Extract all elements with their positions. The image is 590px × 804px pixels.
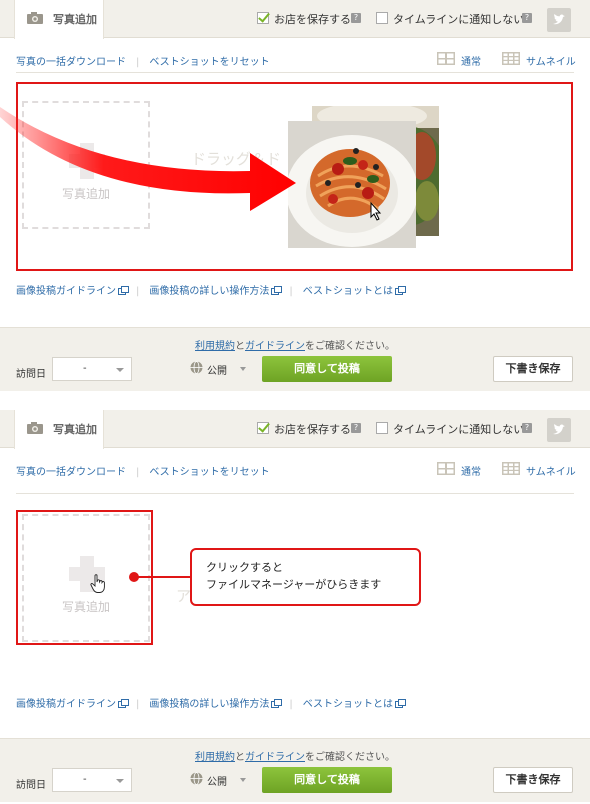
external-link-icon	[394, 285, 406, 295]
tab-bar: 写真追加 お店を保存する ? タイムラインに通知しない ?	[0, 410, 590, 449]
view-thumbnail-link[interactable]: サムネイル	[526, 463, 576, 478]
bestshot-link[interactable]: ベストショットとは	[303, 286, 393, 297]
upload-panel-drag-example: 写真追加 お店を保存する ? タイムラインに通知しない ? 写真の一括ダウンロー…	[0, 0, 590, 392]
save-store-label: お店を保存する	[274, 423, 351, 436]
caret-down-icon	[240, 367, 246, 371]
terms-notice: 利用規約とガイドラインをご確認ください。	[195, 752, 395, 763]
reset-bestshot-link[interactable]: ベストショットをリセット	[149, 467, 269, 478]
bestshot-link[interactable]: ベストショットとは	[303, 699, 393, 710]
save-draft-button[interactable]: 下書き保存	[493, 356, 573, 382]
globe-icon	[190, 772, 203, 785]
twitter-icon	[553, 14, 565, 25]
caret-down-icon	[116, 368, 124, 372]
view-thumbnail-link[interactable]: サムネイル	[526, 53, 576, 68]
visibility-select[interactable]: 公開	[207, 773, 227, 788]
reset-bestshot-link[interactable]: ベストショットをリセット	[149, 57, 269, 68]
tab-add-photo[interactable]: 写真追加	[14, 0, 104, 39]
globe-icon	[190, 361, 203, 374]
visit-date-label: 訪問日	[16, 780, 46, 791]
external-link-icon	[271, 698, 283, 708]
grid-normal-icon[interactable]	[437, 52, 455, 65]
howto-link[interactable]: 画像投稿の詳しい操作方法	[149, 286, 269, 297]
help-icon[interactable]: ?	[522, 423, 532, 433]
twitter-icon	[553, 424, 565, 435]
visit-date-value: -	[83, 363, 87, 374]
howto-link[interactable]: 画像投稿の詳しい操作方法	[149, 699, 269, 710]
guideline-link[interactable]: 画像投稿ガイドライン	[16, 286, 116, 297]
external-link-icon	[118, 698, 129, 708]
caret-down-icon	[240, 778, 246, 782]
guide-links: 画像投稿ガイドライン | 画像投稿の詳しい操作方法 | ベストショットとは	[16, 695, 406, 710]
callout-dot	[129, 572, 139, 582]
curved-arrow-icon	[0, 107, 296, 211]
callout-tooltip: クリックすると ファイルマネージャーがひらきます	[190, 548, 421, 606]
guideline-link[interactable]: 画像投稿ガイドライン	[16, 699, 116, 710]
visibility-select[interactable]: 公開	[207, 362, 227, 377]
guideline-terms-link[interactable]: ガイドライン	[245, 341, 305, 352]
visit-date-select[interactable]: -	[52, 768, 132, 792]
tab-add-photo[interactable]: 写真追加	[14, 410, 104, 449]
photo-actions: 写真の一括ダウンロード | ベストショットをリセット	[16, 467, 270, 478]
tab-label: 写真追加	[53, 423, 97, 436]
callout-connector	[135, 576, 191, 578]
guideline-terms-link[interactable]: ガイドライン	[245, 752, 305, 763]
divider	[16, 72, 574, 73]
guide-links: 画像投稿ガイドライン | 画像投稿の詳しい操作方法 | ベストショットとは	[16, 282, 406, 297]
bulk-download-link[interactable]: 写真の一括ダウンロード	[16, 57, 126, 68]
twitter-button[interactable]	[547, 8, 571, 32]
no-timeline-label: タイムラインに通知しない	[393, 423, 525, 436]
no-timeline-checkbox[interactable]	[376, 12, 388, 24]
view-normal-link[interactable]: 通常	[461, 53, 481, 68]
agree-post-button[interactable]: 同意して投稿	[262, 767, 392, 793]
visit-date-select[interactable]: -	[52, 357, 132, 381]
grid-thumbnail-icon[interactable]	[502, 52, 520, 65]
external-link-icon	[271, 285, 283, 295]
upload-panel-click-example: 写真追加 お店を保存する ? タイムラインに通知しない ? 写真の一括ダウンロー…	[0, 410, 590, 804]
camera-icon	[27, 12, 43, 24]
terms-link[interactable]: 利用規約	[195, 341, 235, 352]
visit-date-value: -	[83, 774, 87, 785]
grid-normal-icon[interactable]	[437, 462, 455, 475]
save-store-checkbox[interactable]	[257, 12, 269, 24]
no-timeline-checkbox[interactable]	[376, 422, 388, 434]
camera-icon	[27, 422, 43, 434]
view-normal-link[interactable]: 通常	[461, 463, 481, 478]
tab-label: 写真追加	[53, 13, 97, 26]
twitter-button[interactable]	[547, 418, 571, 442]
save-store-label: お店を保存する	[274, 13, 351, 26]
tab-bar: 写真追加 お店を保存する ? タイムラインに通知しない ?	[0, 0, 590, 39]
save-store-checkbox[interactable]	[257, 422, 269, 434]
terms-notice: 利用規約とガイドラインをご確認ください。	[195, 341, 395, 352]
post-footer: 利用規約とガイドラインをご確認ください。 訪問日 - 公開 同意して投稿 下書き…	[0, 327, 590, 391]
save-draft-button[interactable]: 下書き保存	[493, 767, 573, 793]
external-link-icon	[394, 698, 406, 708]
grid-thumbnail-icon[interactable]	[502, 462, 520, 475]
help-icon[interactable]: ?	[351, 13, 361, 23]
terms-link[interactable]: 利用規約	[195, 752, 235, 763]
drag-drop-hint: ア	[176, 587, 192, 605]
help-icon[interactable]: ?	[351, 423, 361, 433]
bulk-download-link[interactable]: 写真の一括ダウンロード	[16, 467, 126, 478]
callout-line-2: ファイルマネージャーがひらきます	[206, 578, 382, 591]
caret-down-icon	[116, 779, 124, 783]
agree-post-button[interactable]: 同意して投稿	[262, 356, 392, 382]
no-timeline-label: タイムラインに通知しない	[393, 13, 525, 26]
post-footer: 利用規約とガイドラインをご確認ください。 訪問日 - 公開 同意して投稿 下書き…	[0, 738, 590, 802]
divider	[16, 493, 574, 494]
callout-line-1: クリックすると	[206, 561, 283, 574]
help-icon[interactable]: ?	[522, 13, 532, 23]
visit-date-label: 訪問日	[16, 369, 46, 380]
photo-actions: 写真の一括ダウンロード | ベストショットをリセット	[16, 57, 270, 68]
external-link-icon	[118, 285, 129, 295]
